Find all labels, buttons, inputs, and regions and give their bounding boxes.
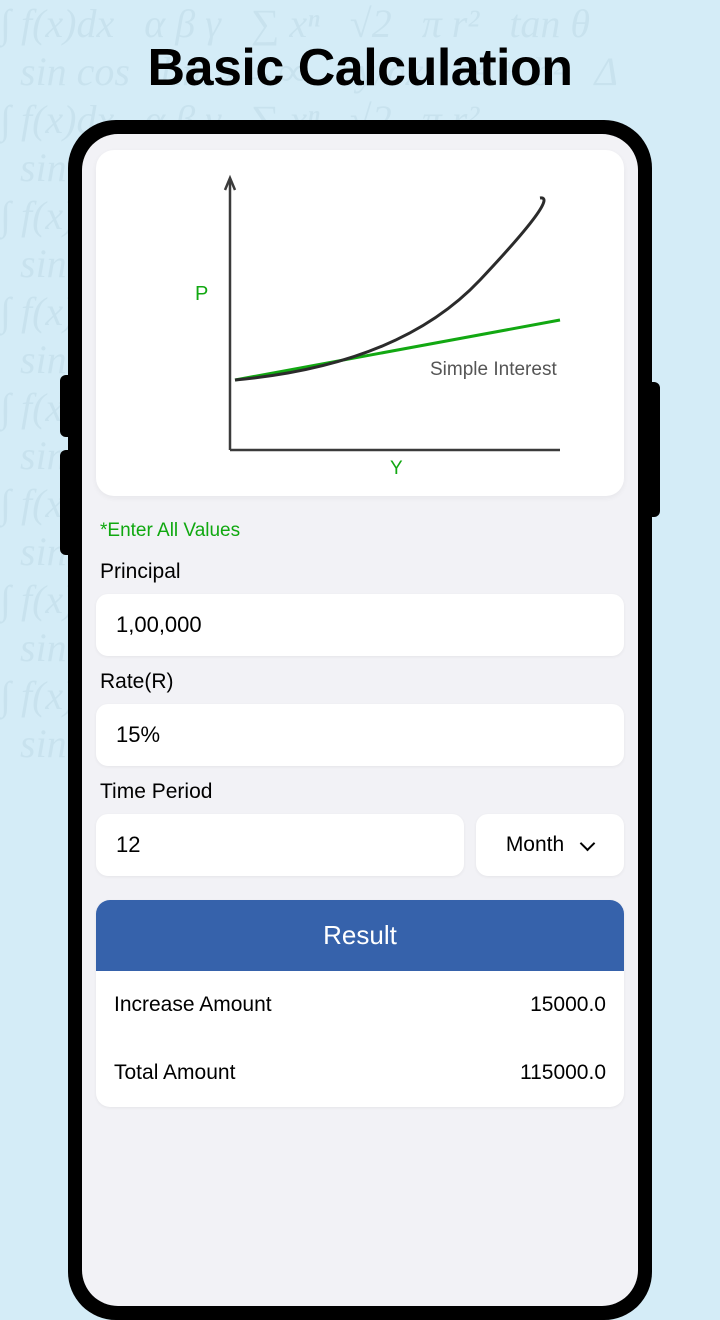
chart-card: P Y Simple Interest <box>96 150 624 496</box>
result-value: 115000.0 <box>520 1061 606 1085</box>
phone-button-left-1 <box>60 375 68 437</box>
chart-x-axis-label: Y <box>390 458 403 479</box>
result-card: Result Increase Amount 15000.0 Total Amo… <box>96 900 624 1107</box>
rate-input[interactable]: 15% <box>96 704 624 766</box>
chevron-down-icon <box>580 838 594 852</box>
result-header: Result <box>96 900 624 971</box>
time-label: Time Period <box>96 766 624 814</box>
principal-label: Principal <box>96 546 624 594</box>
phone-button-right <box>652 382 660 517</box>
time-unit-value: Month <box>506 833 564 857</box>
chart-y-axis-label: P <box>195 283 208 305</box>
time-unit-select[interactable]: Month <box>476 814 624 876</box>
result-value: 15000.0 <box>530 993 606 1017</box>
phone-button-left-2 <box>60 450 68 555</box>
phone-screen: P Y Simple Interest *Enter All Values Pr… <box>82 134 638 1306</box>
principal-input[interactable]: 1,00,000 <box>96 594 624 656</box>
chart-series-label: Simple Interest <box>430 359 557 380</box>
rate-label: Rate(R) <box>96 656 624 704</box>
interest-chart: P Y Simple Interest <box>140 170 580 480</box>
result-label: Total Amount <box>114 1061 235 1085</box>
page-title: Basic Calculation <box>0 0 720 126</box>
phone-frame: P Y Simple Interest *Enter All Values Pr… <box>68 120 652 1320</box>
result-row-total: Total Amount 115000.0 <box>96 1039 624 1107</box>
form-hint: *Enter All Values <box>96 512 624 546</box>
time-input[interactable]: 12 <box>96 814 464 876</box>
result-row-increase: Increase Amount 15000.0 <box>96 971 624 1039</box>
result-label: Increase Amount <box>114 993 272 1017</box>
